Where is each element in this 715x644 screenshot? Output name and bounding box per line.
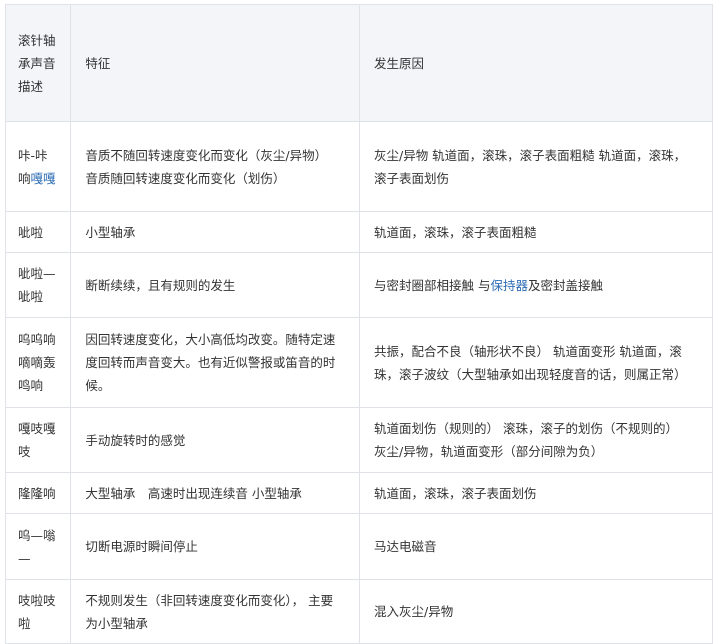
- feature-line: 音质随回转速度变化而变化（划伤）: [85, 170, 286, 186]
- feature-cell: 大型轴承 高速时出现连续音 小型轴承: [70, 472, 360, 514]
- sound-cell: 隆隆响: [4, 472, 72, 514]
- cause-cell: 轨道面，滚珠，滚子表面粗糙: [358, 211, 714, 253]
- cause-cell: 共振，配合不良（轴形状不良） 轨道面变形 轨道面，滚珠，滚子波纹（大型轴承如出现…: [358, 317, 714, 408]
- feature-cell: 音质不随回转速度变化而变化（灰尘/异物） 音质随回转速度变化而变化（划伤）: [70, 121, 360, 212]
- sound-link[interactable]: 嘎嘎: [31, 171, 56, 186]
- feature-cell: 手动旋转时的感觉: [70, 407, 360, 473]
- sound-cell: 呜呜响嘀嘀轰鸣响: [4, 317, 72, 408]
- table-row: 呲啦 小型轴承 轨道面，滚珠，滚子表面粗糙: [4, 211, 714, 253]
- table-row: 呜—嗡— 切断电源时瞬间停止 马达电磁音: [4, 513, 714, 580]
- cause-text: 及密封盖接触: [527, 277, 603, 293]
- feature-cell: 小型轴承: [70, 211, 360, 253]
- header-feature: 特征: [70, 4, 360, 122]
- table-header-row: 滚针轴承声音描述 特征 发生原因: [4, 4, 714, 122]
- header-sound-description: 滚针轴承声音描述: [4, 4, 72, 122]
- feature-line: 音质不随回转速度变化而变化（灰尘/异物）: [85, 147, 328, 163]
- bearing-sound-table: 滚针轴承声音描述 特征 发生原因 咔-咔响嘎嘎 音质不随回转速度变化而变化（灰尘…: [4, 4, 714, 644]
- table-row: 呲啦—呲啦 断断续续，且有规则的发生 与密封圈部相接触 与保持器及密封盖接触: [4, 252, 714, 318]
- retainer-link[interactable]: 保持器: [490, 278, 528, 293]
- cause-cell: 轨道面，滚珠，滚子表面划伤: [358, 472, 714, 514]
- cause-line: 灰尘/异物，轨道面变形（部分间隙为负）: [373, 444, 604, 459]
- feature-cell: 切断电源时瞬间停止: [70, 513, 360, 580]
- cause-line: 轨道面划伤（规则的） 滚珠，滚子的划伤（不规则的）: [373, 421, 678, 436]
- table-row: 呜呜响嘀嘀轰鸣响 因回转速度变化，大小高低均改变。随特定速度回转而声音变大。也有…: [4, 317, 714, 408]
- cause-text: 与密封圈部相接触 与: [373, 277, 491, 293]
- table-row: 咔-咔响嘎嘎 音质不随回转速度变化而变化（灰尘/异物） 音质随回转速度变化而变化…: [4, 121, 714, 212]
- feature-cell: 不规则发生（非回转速度变化而变化）， 主要为小型轴承: [70, 579, 360, 644]
- table-row: 嘎吱嘎吱 手动旋转时的感觉 轨道面划伤（规则的） 滚珠，滚子的划伤（不规则的） …: [4, 407, 714, 473]
- table-row: 吱啦吱啦 不规则发生（非回转速度变化而变化）， 主要为小型轴承 混入灰尘/异物: [4, 579, 714, 644]
- sound-cell: 呲啦—呲啦: [4, 252, 72, 318]
- sound-cell: 嘎吱嘎吱: [4, 407, 72, 473]
- cause-cell: 混入灰尘/异物: [358, 579, 714, 644]
- feature-cell: 因回转速度变化，大小高低均改变。随特定速度回转而声音变大。也有近似警报或笛音的时…: [70, 317, 360, 408]
- cause-cell: 与密封圈部相接触 与保持器及密封盖接触: [358, 252, 714, 318]
- sound-cell: 咔-咔响嘎嘎: [4, 121, 72, 212]
- cause-cell: 轨道面划伤（规则的） 滚珠，滚子的划伤（不规则的） 灰尘/异物，轨道面变形（部分…: [358, 407, 714, 473]
- table-row: 隆隆响 大型轴承 高速时出现连续音 小型轴承 轨道面，滚珠，滚子表面划伤: [4, 472, 714, 514]
- sound-cell: 呲啦: [4, 211, 72, 253]
- cause-cell: 灰尘/异物 轨道面，滚珠，滚子表面粗糙 轨道面，滚珠，滚子表面划伤: [358, 121, 714, 212]
- header-cause: 发生原因: [358, 4, 714, 122]
- cause-cell: 马达电磁音: [358, 513, 714, 580]
- feature-cell: 断断续续，且有规则的发生: [70, 252, 360, 318]
- sound-cell: 吱啦吱啦: [4, 579, 72, 644]
- sound-cell: 呜—嗡—: [4, 513, 72, 580]
